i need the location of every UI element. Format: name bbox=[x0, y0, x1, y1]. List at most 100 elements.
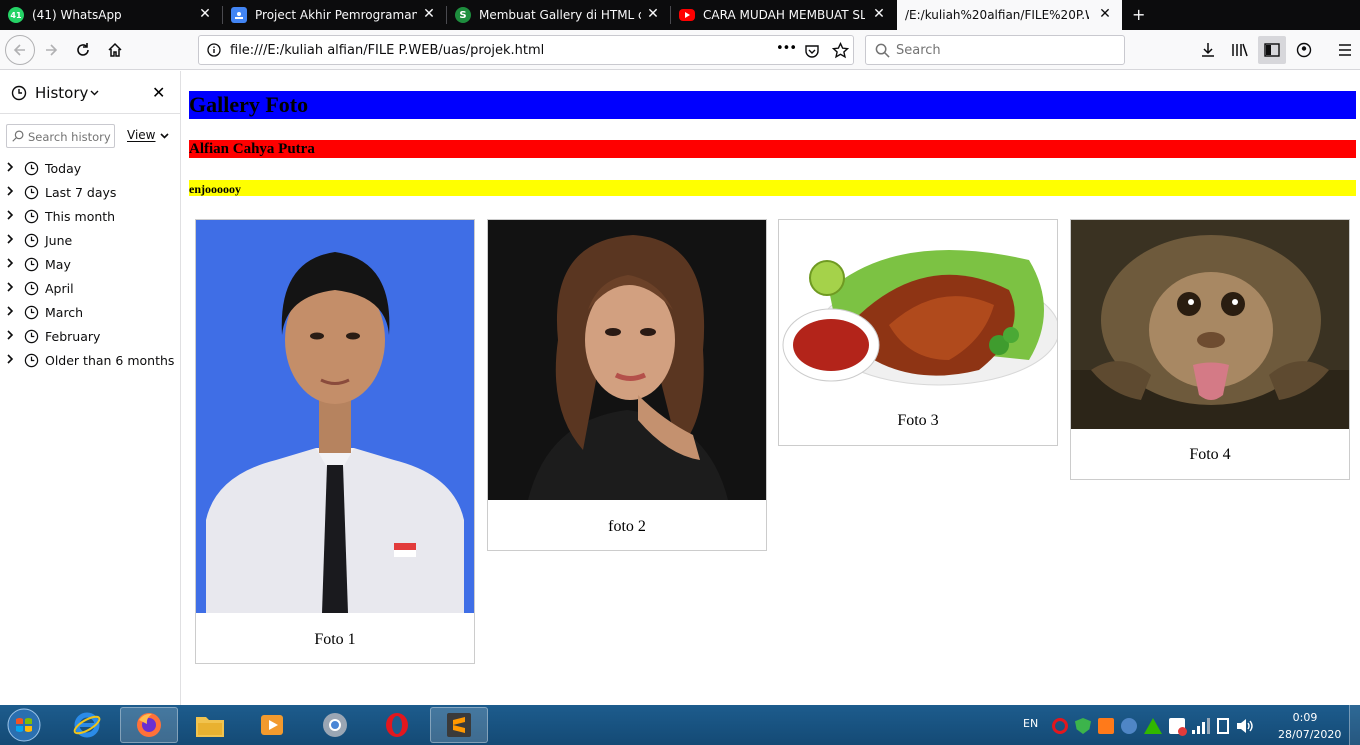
photo-student-portrait bbox=[196, 220, 474, 613]
gallery-heading-bar: Gallery Foto bbox=[189, 91, 1356, 119]
clock-icon bbox=[24, 209, 39, 223]
forward-button[interactable] bbox=[37, 36, 65, 64]
volume-icon[interactable] bbox=[1236, 718, 1254, 734]
reload-button[interactable] bbox=[69, 36, 97, 64]
history-group-may[interactable]: May bbox=[6, 253, 71, 275]
taskbar-internet-explorer[interactable] bbox=[58, 707, 116, 743]
folder-icon bbox=[196, 717, 224, 737]
taskbar-media-player[interactable] bbox=[243, 707, 301, 743]
clock-date[interactable]: 28/07/2020 bbox=[1278, 728, 1341, 741]
chevron-down-icon[interactable] bbox=[90, 90, 99, 96]
downloads-button[interactable] bbox=[1194, 36, 1222, 64]
history-group-label: June bbox=[45, 232, 73, 248]
new-tab-button[interactable]: + bbox=[1132, 5, 1145, 24]
taskbar-firefox[interactable] bbox=[120, 707, 178, 743]
clock-icon bbox=[24, 257, 39, 271]
tab-gallery-article[interactable]: S Membuat Gallery di HTML dan ✕ bbox=[447, 0, 670, 30]
taskbar-chrome[interactable] bbox=[306, 707, 364, 743]
info-icon[interactable] bbox=[207, 43, 221, 57]
chevron-right-icon[interactable] bbox=[6, 161, 20, 175]
star-icon[interactable] bbox=[832, 42, 849, 59]
search-bar[interactable]: Search bbox=[865, 35, 1125, 65]
close-sidebar-button[interactable]: ✕ bbox=[152, 83, 165, 102]
signal-icon[interactable] bbox=[1192, 718, 1210, 734]
close-icon[interactable]: ✕ bbox=[198, 7, 212, 21]
chevron-down-icon bbox=[160, 133, 169, 139]
search-placeholder: Search bbox=[896, 43, 941, 58]
sidebar-header[interactable]: History ✕ bbox=[0, 71, 180, 113]
library-button[interactable] bbox=[1226, 36, 1254, 64]
clock-icon bbox=[24, 233, 39, 247]
search-icon bbox=[875, 43, 890, 58]
sidebar-toggle-button[interactable] bbox=[1258, 36, 1286, 64]
chevron-right-icon[interactable] bbox=[6, 233, 20, 247]
tab-youtube[interactable]: CARA MUDAH MEMBUAT SLID ✕ bbox=[671, 0, 896, 30]
library-icon bbox=[1232, 43, 1248, 57]
close-icon[interactable]: ✕ bbox=[646, 7, 660, 21]
sublime-tray-icon[interactable] bbox=[1098, 718, 1114, 734]
sidebar-title[interactable]: History bbox=[35, 84, 88, 102]
tab-active-projek[interactable]: /E:/kuliah%20alfian/FILE%20P.WEB/ ✕ bbox=[897, 0, 1122, 30]
history-group-label: This month bbox=[45, 208, 116, 224]
history-group-label: Last 7 days bbox=[45, 184, 117, 200]
back-button[interactable] bbox=[5, 35, 35, 65]
history-group-today[interactable]: Today bbox=[6, 157, 81, 179]
windows-logo-icon bbox=[7, 708, 41, 742]
tab-project[interactable]: Project Akhir Pemrograman We ✕ bbox=[223, 0, 446, 30]
history-group-march[interactable]: March bbox=[6, 301, 83, 323]
gallery-caption: Foto 3 bbox=[897, 412, 939, 429]
clock-time[interactable]: 0:09 bbox=[1282, 711, 1328, 724]
nvidia-icon[interactable] bbox=[1144, 718, 1162, 734]
chevron-right-icon[interactable] bbox=[6, 353, 20, 367]
clock-icon bbox=[24, 281, 39, 295]
download-icon bbox=[1202, 43, 1214, 57]
page-actions-button[interactable]: ••• bbox=[776, 41, 797, 56]
account-icon bbox=[1296, 42, 1312, 58]
chevron-right-icon[interactable] bbox=[6, 257, 20, 271]
close-icon[interactable]: ✕ bbox=[422, 7, 436, 21]
gallery-caption: Foto 4 bbox=[1189, 446, 1231, 463]
sublime-text-icon bbox=[447, 713, 471, 737]
chevron-right-icon[interactable] bbox=[6, 305, 20, 319]
url-bar[interactable]: file:///E:/kuliah alfian/FILE P.WEB/uas/… bbox=[198, 35, 854, 65]
history-group-older[interactable]: Older than 6 months bbox=[6, 349, 174, 371]
close-icon[interactable]: ✕ bbox=[1098, 7, 1112, 21]
author-name: Alfian Cahya Putra bbox=[189, 141, 315, 157]
history-group-february[interactable]: February bbox=[6, 325, 100, 347]
menu-button[interactable] bbox=[1331, 36, 1359, 64]
battery-icon[interactable] bbox=[1217, 718, 1229, 734]
action-center-icon[interactable] bbox=[1169, 718, 1187, 736]
start-button[interactable] bbox=[0, 707, 48, 743]
media-player-icon bbox=[261, 715, 283, 735]
account-button[interactable] bbox=[1290, 36, 1318, 64]
close-icon[interactable]: ✕ bbox=[872, 7, 886, 21]
youtube-icon bbox=[679, 9, 695, 21]
home-button[interactable] bbox=[101, 36, 129, 64]
network-app-icon[interactable] bbox=[1121, 718, 1137, 734]
history-group-last-7-days[interactable]: Last 7 days bbox=[6, 181, 116, 203]
show-desktop-button[interactable] bbox=[1349, 705, 1360, 745]
language-indicator[interactable]: EN bbox=[1023, 717, 1038, 730]
opera-tray-icon[interactable] bbox=[1052, 718, 1068, 734]
chevron-right-icon[interactable] bbox=[6, 185, 20, 199]
view-button[interactable]: View bbox=[127, 128, 169, 142]
home-icon bbox=[108, 42, 122, 57]
taskbar-sublime-text[interactable] bbox=[430, 707, 488, 743]
divider bbox=[0, 113, 180, 114]
history-group-this-month[interactable]: This month bbox=[6, 205, 115, 227]
history-group-april[interactable]: April bbox=[6, 277, 74, 299]
clock-icon bbox=[24, 329, 39, 343]
shield-icon[interactable] bbox=[1075, 718, 1091, 734]
history-group-june[interactable]: June bbox=[6, 229, 72, 251]
taskbar-file-explorer[interactable] bbox=[181, 707, 239, 743]
taskbar-opera[interactable] bbox=[368, 707, 426, 743]
history-search-input[interactable]: Search history bbox=[6, 124, 115, 148]
chevron-right-icon[interactable] bbox=[6, 281, 20, 295]
clock-icon bbox=[11, 85, 27, 101]
chevron-right-icon[interactable] bbox=[6, 209, 20, 223]
clock-icon bbox=[24, 185, 39, 199]
clock-icon bbox=[24, 161, 39, 175]
tab-whatsapp[interactable]: 41 (41) WhatsApp ✕ bbox=[0, 0, 222, 30]
chevron-right-icon[interactable] bbox=[6, 329, 20, 343]
pocket-icon[interactable] bbox=[804, 43, 820, 59]
